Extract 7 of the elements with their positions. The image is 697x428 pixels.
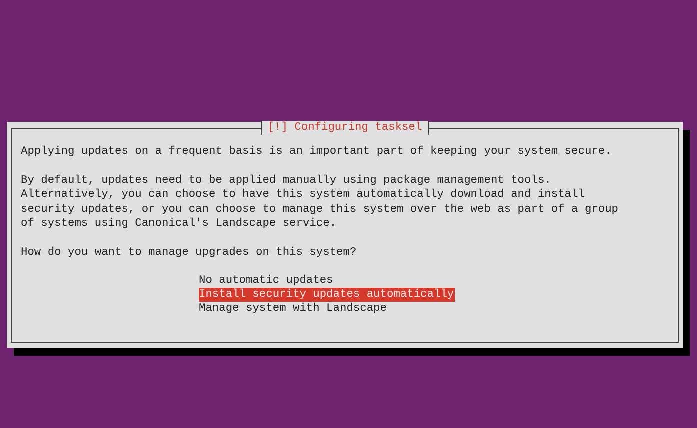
- menu-option[interactable]: Install security updates automatically: [199, 288, 456, 302]
- paragraph: How do you want to manage upgrades on this system?: [21, 246, 358, 260]
- paragraph: Applying updates on a frequent basis is an important part of keeping your system secure.: [21, 145, 613, 160]
- dialog-title: [!] Configuring tasksel: [260, 121, 430, 135]
- paragraph: By default, updates need to be applied manually using package management tools. Alternatively, you can choose to have this system automatically download and install security updates, or you can choose to manage this system over the web as part of a group of systems using Canonical's Landscape service.: [21, 174, 620, 232]
- menu-option[interactable]: Manage system with Landscape: [199, 302, 388, 317]
- menu-option[interactable]: No automatic updates: [199, 274, 334, 288]
